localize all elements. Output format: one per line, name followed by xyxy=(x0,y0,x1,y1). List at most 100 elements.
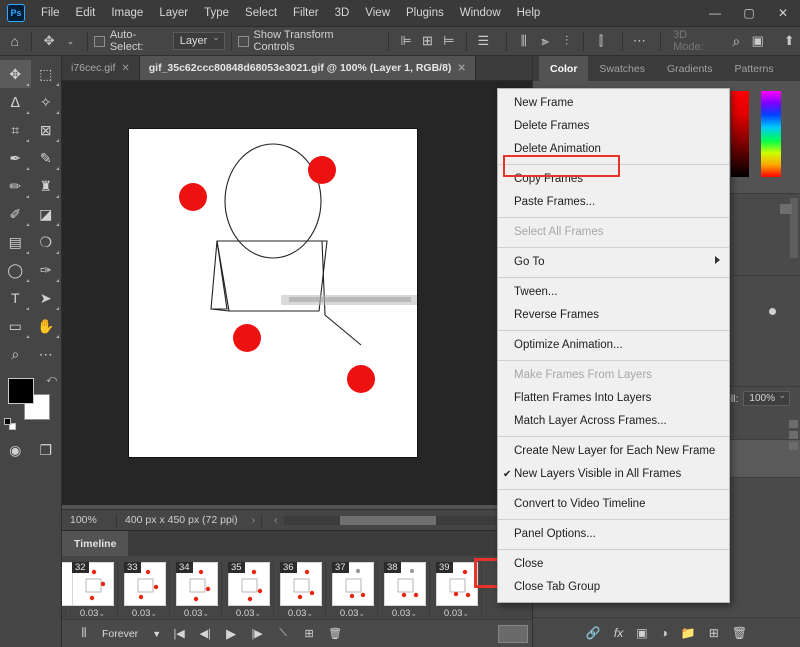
zoom-level[interactable]: 100% xyxy=(62,514,116,526)
info-chevron-icon[interactable]: › xyxy=(246,514,262,526)
tab-gradients[interactable]: Gradients xyxy=(656,56,724,81)
minimize-button[interactable]: — xyxy=(698,0,732,27)
spot-healing-brush-tool[interactable]: ✎ xyxy=(31,144,62,172)
blur-tool[interactable]: ❍ xyxy=(31,228,62,256)
frame-delay[interactable]: 0.03⌄ xyxy=(331,608,374,618)
swap-colors-icon[interactable]: ⤺ xyxy=(46,374,57,385)
menu-item-close-tab-group[interactable]: Close Tab Group xyxy=(498,576,729,599)
pen-tool[interactable]: ✑ xyxy=(31,256,62,284)
auto-select-dropdown[interactable]: Layer xyxy=(172,32,225,50)
frame-item[interactable]: 33 0.03⌄ xyxy=(120,562,170,618)
color-value-ramp[interactable] xyxy=(731,91,749,177)
timeline-resize-handle[interactable] xyxy=(498,624,528,643)
clone-stamp-tool[interactable]: ♜ xyxy=(31,172,62,200)
dodge-tool[interactable]: ◯ xyxy=(0,256,31,284)
align-bottom-icon[interactable]: ☰ xyxy=(473,30,494,52)
home-icon[interactable]: ⌂ xyxy=(4,30,25,52)
menu-item-new-layers-visible-in-all-frames[interactable]: ✔ New Layers Visible in All Frames xyxy=(498,463,729,486)
menu-item-new-frame[interactable]: New Frame xyxy=(498,92,729,115)
frames-strip[interactable]: 03⌄ 32 0.03⌄ 33 0.03⌄ 34 0.03⌄ 35 xyxy=(62,556,532,618)
search-icon[interactable]: ⌕ xyxy=(726,30,747,52)
document-tab-inactive[interactable]: i76cec.gif ✕ xyxy=(62,56,140,80)
distribute-center-v-icon[interactable]: ⫸ xyxy=(534,30,555,52)
play-icon[interactable]: ▶ xyxy=(219,623,243,645)
new-group-icon[interactable]: 📁 xyxy=(681,626,696,640)
scroll-left-icon[interactable]: ‹ xyxy=(268,514,284,526)
scroll-thumb[interactable] xyxy=(340,515,436,525)
distribute-bottom-icon[interactable]: ⫶ xyxy=(556,30,577,52)
quick-mask-icon[interactable]: ◉ xyxy=(0,436,31,464)
eyedropper-tool[interactable]: ✒ xyxy=(0,144,31,172)
brush-tool[interactable]: ✏ xyxy=(0,172,31,200)
lasso-tool[interactable]: ᐃ xyxy=(0,88,31,116)
more-tools-icon[interactable]: ⋯ xyxy=(31,340,62,368)
menu-help[interactable]: Help xyxy=(509,3,549,23)
scroll-track[interactable] xyxy=(283,515,511,525)
frame-delay[interactable]: 0.03⌄ xyxy=(227,608,270,618)
align-right-icon[interactable]: ⊨ xyxy=(438,30,459,52)
menu-item-create-new-layer-for-each-new-frame[interactable]: Create New Layer for Each New Frame xyxy=(498,440,729,463)
rectangle-tool[interactable]: ▭ xyxy=(0,312,31,340)
close-button[interactable]: ✕ xyxy=(766,0,800,27)
menu-item-tween[interactable]: Tween... xyxy=(498,281,729,304)
timeline-tab[interactable]: Timeline xyxy=(62,531,129,556)
frame-item[interactable]: 34 0.03⌄ xyxy=(172,562,222,618)
eraser-tool[interactable]: ◪ xyxy=(31,200,62,228)
frame-item[interactable]: 35 0.03⌄ xyxy=(224,562,274,618)
loop-options[interactable]: Forever ▼ xyxy=(98,628,165,640)
duplicate-frame-icon[interactable]: ⊞ xyxy=(297,623,321,645)
previous-frame-icon[interactable]: ◀| xyxy=(193,623,217,645)
auto-select-checkbox[interactable] xyxy=(94,35,105,47)
chevron-down-icon[interactable]: ▼ xyxy=(152,629,161,639)
menu-item-go-to[interactable]: Go To xyxy=(498,251,729,274)
tab-swatches[interactable]: Swatches xyxy=(588,56,656,81)
frame-item[interactable]: 36 0.03⌄ xyxy=(276,562,326,618)
canvas-area[interactable] xyxy=(62,81,532,505)
menu-item-paste-frames[interactable]: Paste Frames... xyxy=(498,191,729,214)
menu-image[interactable]: Image xyxy=(103,3,151,23)
close-tab-icon[interactable]: ✕ xyxy=(121,63,129,74)
hue-spectrum-strip[interactable] xyxy=(761,91,781,177)
menu-3d[interactable]: 3D xyxy=(327,3,358,23)
quick-selection-tool[interactable]: ✧ xyxy=(31,88,62,116)
menu-window[interactable]: Window xyxy=(452,3,509,23)
link-layers-icon[interactable]: 🔗 xyxy=(586,626,601,640)
align-left-icon[interactable]: ⊫ xyxy=(395,30,416,52)
tween-icon[interactable]: ⟍ xyxy=(271,623,295,645)
screen-mode-icon[interactable]: ❐ xyxy=(31,436,62,464)
distribute-top-icon[interactable]: ⫼ xyxy=(513,30,534,52)
frame-delay[interactable]: 0.03⌄ xyxy=(71,608,114,618)
tab-patterns[interactable]: Patterns xyxy=(723,56,784,81)
convert-to-video-timeline-icon[interactable]: ⫼ xyxy=(72,623,96,645)
menu-item-match-layer-across-frames[interactable]: Match Layer Across Frames... xyxy=(498,410,729,433)
align-vertical-icon[interactable]: ⫿ xyxy=(590,30,611,52)
path-selection-tool[interactable]: ➤ xyxy=(31,284,62,312)
share-icon[interactable]: ⬆ xyxy=(778,30,799,52)
workspace-icon[interactable]: ▣ xyxy=(747,30,768,52)
default-colors-icon[interactable] xyxy=(4,418,16,430)
menu-item-flatten-frames-into-layers[interactable]: Flatten Frames Into Layers xyxy=(498,387,729,410)
align-center-h-icon[interactable]: ⊞ xyxy=(417,30,438,52)
menu-view[interactable]: View xyxy=(357,3,398,23)
next-frame-icon[interactable]: |▶ xyxy=(245,623,269,645)
horizontal-scrollbar[interactable]: ‹ › xyxy=(262,514,532,526)
menu-type[interactable]: Type xyxy=(196,3,237,23)
move-tool[interactable]: ✥ xyxy=(0,60,31,88)
menu-file[interactable]: File xyxy=(33,3,68,23)
show-transform-checkbox[interactable] xyxy=(237,35,249,47)
frame-tool[interactable]: ⊠ xyxy=(31,116,62,144)
move-tool-icon[interactable]: ✥ xyxy=(38,30,59,52)
rectangular-marquee-tool[interactable]: ⬚ xyxy=(31,60,62,88)
menu-item-convert-to-video-timeline[interactable]: Convert to Video Timeline xyxy=(498,493,729,516)
artboard[interactable] xyxy=(128,128,421,458)
ellipsis-icon[interactable]: ⋯ xyxy=(629,30,650,52)
new-layer-icon[interactable]: ⊞ xyxy=(709,626,719,640)
menu-item-close[interactable]: Close xyxy=(498,553,729,576)
frame-item[interactable]: 32 0.03⌄ xyxy=(68,562,118,618)
adjustment-layer-icon[interactable]: ◑ xyxy=(661,626,668,640)
first-frame-icon[interactable]: |◀ xyxy=(167,623,191,645)
menu-item-optimize-animation[interactable]: Optimize Animation... xyxy=(498,334,729,357)
delete-layer-icon[interactable]: 🗑 xyxy=(732,626,747,640)
history-brush-tool[interactable]: ✐ xyxy=(0,200,31,228)
frame-delay[interactable]: 0.03⌄ xyxy=(279,608,322,618)
